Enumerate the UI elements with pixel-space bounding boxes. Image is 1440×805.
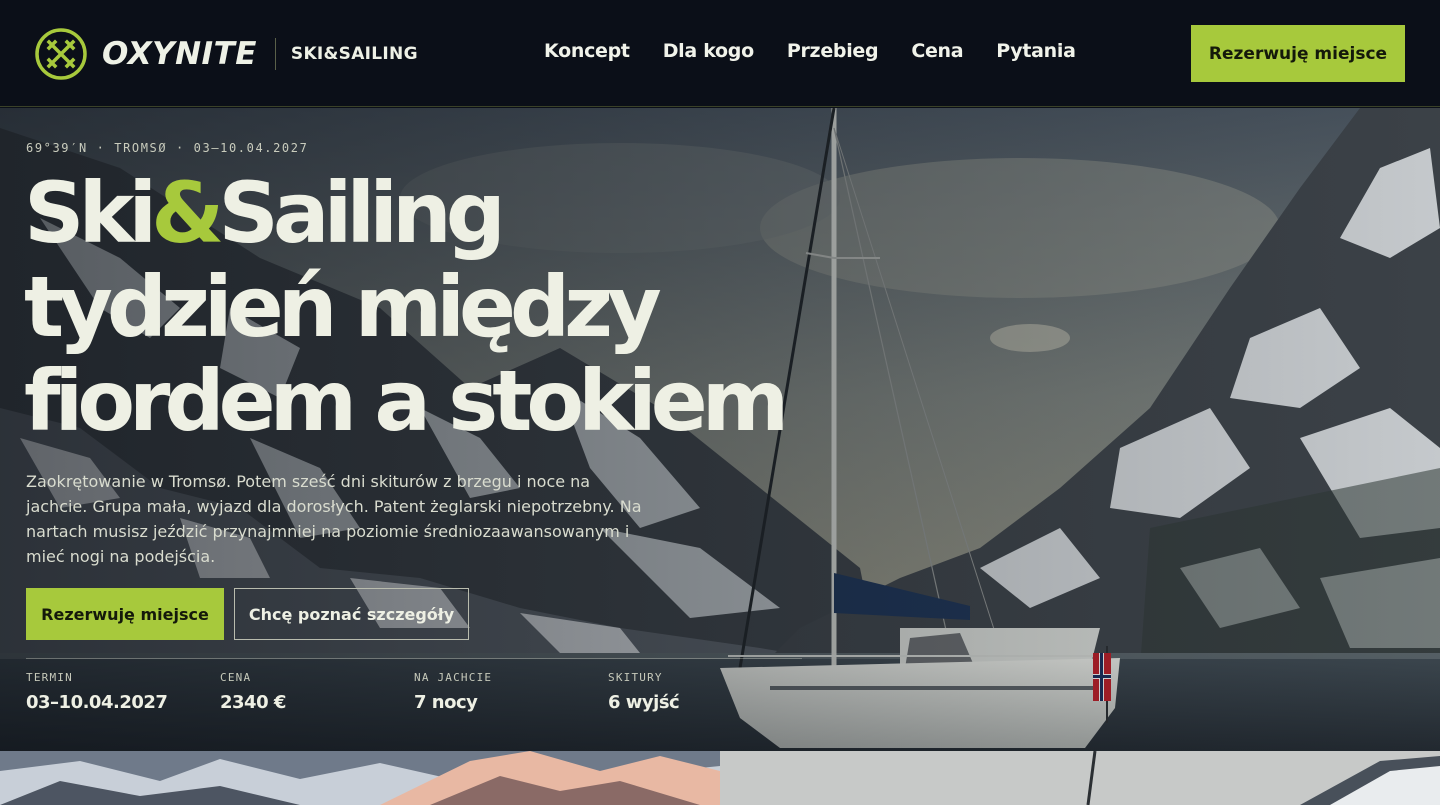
headline-sailing: Sailing — [218, 164, 505, 262]
main-menu: Koncept Dla kogo Przebieg Cena Pytania — [544, 40, 1109, 62]
nav-link-cena[interactable]: Cena — [911, 40, 963, 62]
top-navigation: OXYNITE SKI&SAILING Koncept Dla kogo Prz… — [0, 0, 1440, 107]
headline-ampersand: & — [151, 164, 224, 262]
hero-section: 69°39′N · TROMSØ · 03–10.04.2027 Ski&Sai… — [0, 108, 1440, 751]
hero-details-button[interactable]: Chcę poznać szczegóły — [234, 588, 469, 640]
fact-value: 2340 € — [220, 692, 286, 713]
nav-link-koncept[interactable]: Koncept — [544, 40, 630, 62]
fact-skitury: SKITURY 6 wyjść — [608, 658, 802, 713]
brand-divider — [274, 38, 276, 70]
nav-link-dla-kogo[interactable]: Dla kogo — [663, 40, 754, 62]
headline-line-3: fiordem a stokiem — [24, 352, 789, 450]
brand-name: OXYNITE — [102, 36, 257, 72]
fact-value: 7 nocy — [414, 692, 478, 713]
hero-description: Zaokrętowanie w Tromsø. Potem sześć dni … — [26, 472, 642, 566]
brand-subtitle: SKI&SAILING — [290, 44, 418, 64]
hero-headline: Ski&Sailing tydzień między fiordem a sto… — [24, 166, 824, 448]
fact-termin: TERMIN 03–10.04.2027 — [26, 658, 220, 713]
gallery-photo-boat — [720, 751, 1440, 805]
photo-gallery-strip — [0, 751, 1440, 805]
fact-label: SKITURY — [608, 671, 663, 684]
fact-label: TERMIN — [26, 671, 73, 684]
oxynite-logo-icon — [35, 28, 87, 80]
fact-label: NA JACHCIE — [414, 671, 493, 684]
fact-value: 6 wyjść — [608, 692, 680, 713]
trip-facts: TERMIN 03–10.04.2027 CENA 2340 € NA JACH… — [26, 658, 802, 713]
fact-value: 03–10.04.2027 — [26, 692, 168, 713]
gallery-photos — [0, 751, 1440, 805]
fact-cena: CENA 2340 € — [220, 658, 414, 713]
nav-link-przebieg[interactable]: Przebieg — [787, 40, 879, 62]
hero-eyebrow: 69°39′N · TROMSØ · 03–10.04.2027 — [26, 141, 309, 155]
fact-na-jachcie: NA JACHCIE 7 nocy — [414, 658, 608, 713]
fact-label: CENA — [220, 671, 252, 684]
nav-link-pytania[interactable]: Pytania — [996, 40, 1076, 62]
headline-ski: Ski — [24, 164, 157, 262]
nav-reserve-button[interactable]: Rezerwuję miejsce — [1191, 25, 1405, 82]
hero-reserve-button[interactable]: Rezerwuję miejsce — [26, 588, 224, 640]
gallery-photo-mountains — [0, 751, 720, 805]
headline-line-2: tydzień między — [24, 258, 662, 356]
brand[interactable]: OXYNITE SKI&SAILING — [34, 26, 418, 82]
